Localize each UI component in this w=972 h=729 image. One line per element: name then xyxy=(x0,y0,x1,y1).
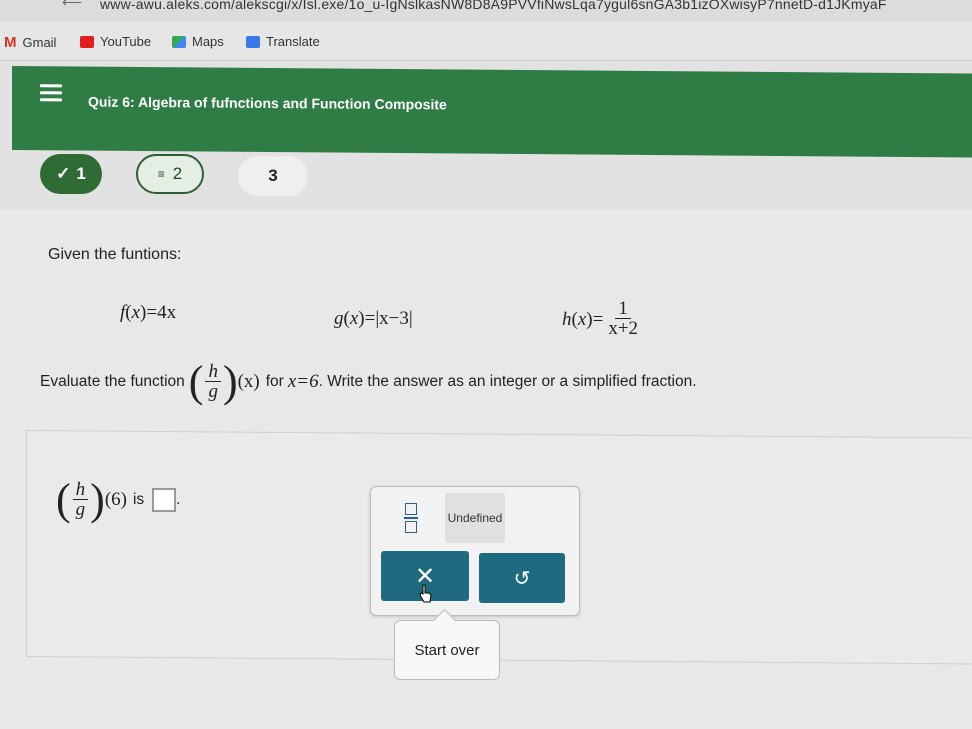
prompt-condition: x=6 xyxy=(287,371,319,392)
bookmarks-bar: M Gmail YouTube Maps Translate xyxy=(0,22,972,61)
fraction-numerator: h xyxy=(205,362,221,382)
fraction-numerator: 1 xyxy=(615,299,631,319)
question-prompt: Evaluate the function ( h g ) (x) for x=… xyxy=(40,360,697,404)
function-name: f xyxy=(120,302,126,323)
equals-icon: ≡ xyxy=(157,167,165,181)
function-name: g xyxy=(334,308,344,329)
function-expr: |x−3| xyxy=(375,308,413,329)
undo-button[interactable]: ↺ xyxy=(479,553,565,603)
function-var: x xyxy=(349,308,359,329)
youtube-icon xyxy=(80,35,94,48)
fraction: h g xyxy=(72,480,89,520)
given-text: Given the funtions: xyxy=(48,246,182,263)
function-g: g(x)=|x−3| xyxy=(334,308,413,329)
bookmark-youtube[interactable]: YouTube xyxy=(80,34,151,49)
bookmark-translate[interactable]: Translate xyxy=(246,34,320,49)
bookmark-label: Gmail xyxy=(22,35,57,50)
composite-function: ( h g ) (x) xyxy=(188,357,260,406)
check-icon: ✓ xyxy=(56,164,71,183)
start-over-tooltip: Start over xyxy=(394,620,500,680)
fraction-denominator: x+2 xyxy=(608,318,639,339)
menu-icon[interactable] xyxy=(40,84,62,102)
prompt-suffix: . Write the answer as an integer or a si… xyxy=(318,373,697,390)
hand-cursor-icon xyxy=(419,584,432,603)
fraction-template-button[interactable] xyxy=(381,495,441,541)
undefined-button[interactable]: Undefined xyxy=(445,493,505,543)
quiz-header: Quiz 6: Algebra of fufnctions and Functi… xyxy=(12,66,972,158)
gmail-icon: M xyxy=(4,34,17,51)
undo-icon: ↺ xyxy=(513,567,531,590)
translate-icon xyxy=(246,35,260,48)
answer-expression: ( h g ) (6) is . xyxy=(56,478,180,522)
bookmark-gmail[interactable]: M Gmail xyxy=(4,34,56,51)
fraction-denominator: g xyxy=(75,498,86,520)
prompt-for: for xyxy=(265,373,284,390)
function-var: x xyxy=(131,302,141,323)
is-label: is xyxy=(132,491,145,508)
function-argument: (x) xyxy=(237,371,260,392)
function-name: h xyxy=(562,308,572,330)
fraction: 1 x+2 xyxy=(605,299,641,339)
bookmark-label: YouTube xyxy=(100,34,152,49)
fraction: h g xyxy=(205,362,221,402)
function-h: h(x)= 1 x+2 xyxy=(562,299,643,339)
url-text[interactable]: www-awu.aleks.com/alekscgi/x/Isl.exe/1o_… xyxy=(100,0,887,12)
function-argument: (6) xyxy=(104,489,127,510)
period: . xyxy=(176,491,181,508)
question-2-button[interactable]: ≡ 2 xyxy=(136,154,204,194)
function-f: f(x)=4x xyxy=(120,302,177,323)
function-expr: 4x xyxy=(157,302,177,323)
bookmark-label: Translate xyxy=(266,34,320,49)
answer-keypad: Undefined ✕ ↺ xyxy=(370,486,580,616)
box-icon xyxy=(405,521,417,533)
prompt-prefix: Evaluate the function xyxy=(40,373,185,390)
browser-url-bar[interactable]: ⟵ www-awu.aleks.com/alekscgi/x/Isl.exe/1… xyxy=(0,0,972,22)
fraction-numerator: h xyxy=(72,480,89,500)
function-var: x xyxy=(577,308,587,330)
question-1-button[interactable]: ✓ 1 xyxy=(40,154,102,194)
maps-icon xyxy=(172,35,186,48)
bookmark-maps[interactable]: Maps xyxy=(172,34,224,49)
fraction-denominator: g xyxy=(208,380,218,402)
question-number: 1 xyxy=(76,164,86,183)
answer-input[interactable] xyxy=(152,488,177,512)
bookmark-label: Maps xyxy=(192,34,224,49)
question-number: 3 xyxy=(268,166,278,185)
question-3-button[interactable]: 3 xyxy=(238,156,308,196)
back-arrow-icon[interactable]: ⟵ xyxy=(62,0,82,11)
page-title: Quiz 6: Algebra of fufnctions and Functi… xyxy=(88,93,447,113)
question-number: 2 xyxy=(172,164,183,183)
box-icon xyxy=(405,503,417,515)
composite-function: ( h g ) (6) xyxy=(56,475,127,524)
